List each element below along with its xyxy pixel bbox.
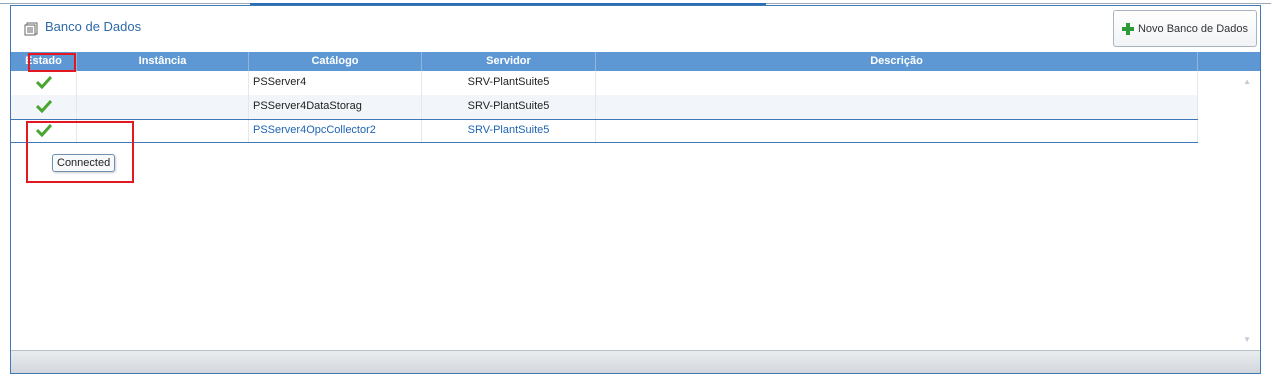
servidor-cell: SRV-PlantSuite5 xyxy=(422,120,596,142)
new-database-label: Novo Banco de Dados xyxy=(1137,22,1249,35)
descricao-cell xyxy=(596,95,1198,119)
scroll-down-icon[interactable]: ▼ xyxy=(1243,335,1251,344)
column-servidor[interactable]: Servidor xyxy=(422,52,596,71)
scroll-up-icon[interactable]: ▲ xyxy=(1243,77,1251,86)
database-panel: Banco de Dados Novo Banco de Dados Estad… xyxy=(10,5,1261,374)
status-cell xyxy=(11,95,77,119)
panel-header: Banco de Dados Novo Banco de Dados xyxy=(11,6,1260,52)
instancia-cell xyxy=(77,95,249,119)
column-instancia[interactable]: Instância xyxy=(77,52,249,71)
page-title: Banco de Dados xyxy=(45,19,142,34)
vertical-scrollbar[interactable] xyxy=(1202,71,1260,353)
descricao-cell xyxy=(596,120,1198,142)
catalogo-cell: PSServer4 xyxy=(249,71,422,95)
new-database-button[interactable]: Novo Banco de Dados xyxy=(1113,10,1257,47)
check-icon xyxy=(35,100,52,114)
descricao-cell xyxy=(596,71,1198,95)
grid-footer xyxy=(11,350,1260,373)
table-row[interactable]: PSServer4DataStorag SRV-PlantSuite5 xyxy=(11,95,1198,119)
column-descricao[interactable]: Descrição xyxy=(596,52,1198,71)
highlight-connected-status xyxy=(26,121,134,183)
table-row-selected[interactable]: PSServer4OpcCollector2 SRV-PlantSuite5 xyxy=(11,119,1198,143)
servidor-cell: SRV-PlantSuite5 xyxy=(422,71,596,95)
catalogo-cell: PSServer4OpcCollector2 xyxy=(249,120,422,142)
catalogo-cell: PSServer4DataStorag xyxy=(249,95,422,119)
grid-header: Estado Instância Catálogo Servidor Descr… xyxy=(11,52,1260,71)
check-icon xyxy=(35,76,52,90)
column-catalogo[interactable]: Catálogo xyxy=(249,52,422,71)
grid-body: PSServer4 SRV-PlantSuite5 PSServer4DataS… xyxy=(11,71,1198,143)
table-row[interactable]: PSServer4 SRV-PlantSuite5 xyxy=(11,71,1198,95)
plus-icon xyxy=(1121,22,1134,35)
instancia-cell xyxy=(77,71,249,95)
servidor-cell: SRV-PlantSuite5 xyxy=(422,95,596,119)
status-cell xyxy=(11,71,77,95)
database-icon xyxy=(24,22,38,36)
highlight-estado-header xyxy=(28,53,76,72)
